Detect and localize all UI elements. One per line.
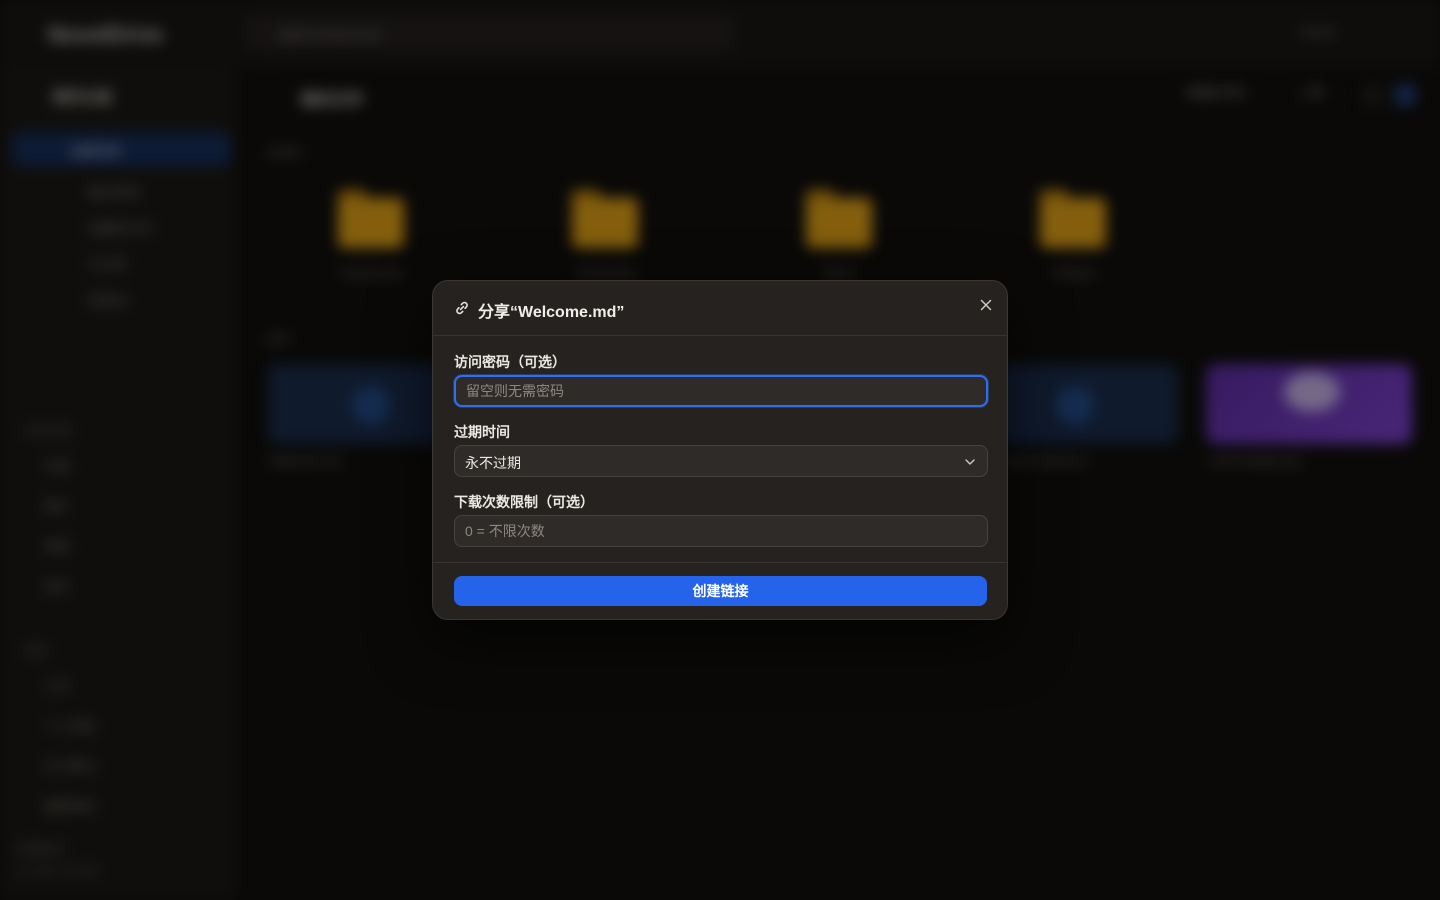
folder-icon (806, 190, 872, 248)
new-folder-button: 新建文件夹 (1186, 86, 1247, 100)
download-limit-input[interactable] (454, 515, 988, 547)
download-limit-label: 下载次数限制（可选） (454, 494, 594, 510)
sidebar-item: 收藏的文件 (88, 221, 154, 236)
sidebar: 我的云盘 全部文件 最近使用 收藏的文件 已分享 回收站 文件分类 文档 图片 … (0, 66, 236, 900)
link-icon (456, 301, 468, 315)
expiry-select[interactable]: 永不过期 (454, 445, 988, 477)
password-label: 访问密码（可选） (454, 354, 566, 370)
sidebar-item: 个人项目 (44, 719, 97, 734)
sidebar-item-active: 全部文件 (12, 132, 230, 166)
sidebar-item: 工作 (44, 679, 71, 694)
sidebar-item: 视频 (44, 539, 71, 554)
expiry-selected-value: 永不过期 (465, 455, 521, 471)
search-bar: 搜索文件和文件夹 (244, 14, 736, 52)
file-icon (352, 386, 390, 424)
sidebar-section-title: 标签 (24, 644, 49, 658)
sidebar-item-label: 全部文件 (70, 144, 123, 159)
share-dialog: 分享“Welcome.md” 访问密码（可选） 过期时间 永不过期 下载次数限制… (432, 280, 1008, 620)
image-thumbnail (1284, 372, 1340, 412)
create-link-button[interactable]: 创建链接 (454, 576, 987, 606)
dialog-title: 分享“Welcome.md” (478, 304, 625, 321)
user-label: Guest (1300, 24, 1335, 39)
folder-icon (572, 190, 638, 248)
folder-name: Downloads (576, 266, 636, 280)
chevron-down-icon (965, 459, 975, 465)
sidebar-item: 重要资料 (44, 799, 97, 814)
storage-label: 存储空间 (16, 842, 65, 856)
folder-name: Pictures (1052, 266, 1096, 280)
section-title: 文件 (266, 332, 291, 346)
file-icon (1056, 386, 1094, 424)
sidebar-item: 音乐 (44, 579, 71, 594)
sidebar-item: 文档 (44, 459, 71, 474)
file-card (1206, 364, 1412, 444)
top-bar: NovelDrive 搜索文件和文件夹 Guest (0, 0, 1440, 66)
file-name: report-draft.docx (1000, 454, 1089, 468)
dialog-divider (433, 562, 1007, 563)
file-name: Welcome.md (270, 454, 340, 468)
close-button[interactable] (974, 293, 998, 317)
sidebar-header: 我的云盘 (52, 89, 113, 106)
folder-icon (1040, 190, 1106, 248)
view-grid-icon (1394, 84, 1416, 106)
dialog-header: 分享“Welcome.md” (433, 281, 1007, 336)
brand-logo: NovelDrive (48, 22, 163, 47)
page-title: 我的文件 (300, 92, 365, 109)
sidebar-item: 回收站 (88, 293, 128, 308)
storage-value: 1.2 GB / 10 GB (16, 864, 98, 878)
sidebar-item: 图片 (44, 499, 71, 514)
folder-name: Music (824, 266, 856, 280)
sidebar-item: 已分享 (88, 257, 128, 272)
expiry-label: 过期时间 (454, 424, 510, 440)
file-name: cover-design.png (1208, 454, 1301, 468)
search-placeholder: 搜索文件和文件夹 (278, 28, 383, 43)
password-input[interactable] (454, 375, 988, 407)
sidebar-section-title: 文件分类 (24, 424, 73, 438)
view-list-icon (1362, 84, 1384, 106)
section-title: 文件夹 (266, 146, 303, 160)
upload-button: 上传 (1300, 86, 1325, 100)
close-icon (980, 299, 992, 311)
folder-icon (338, 190, 404, 248)
folder-name: Documents (341, 266, 403, 280)
sidebar-item: 学习笔记 (44, 759, 97, 774)
sidebar-item: 最近使用 (88, 185, 141, 200)
